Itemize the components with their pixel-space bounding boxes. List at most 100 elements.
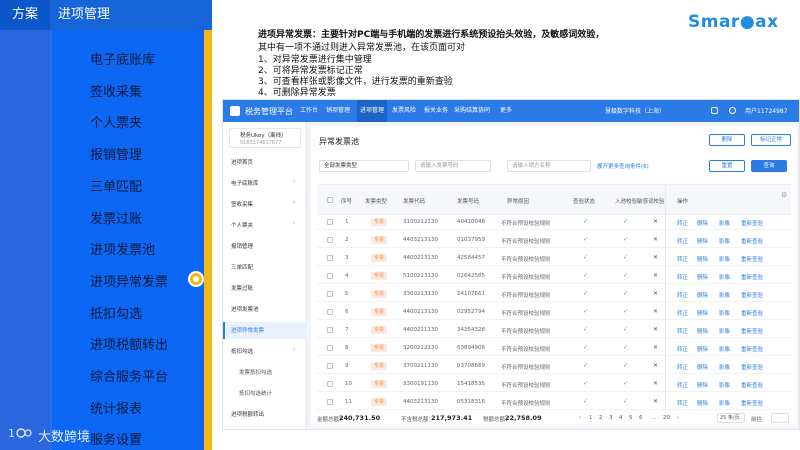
row-action-link[interactable]: 删除 bbox=[697, 399, 708, 407]
goto-page-input[interactable] bbox=[771, 413, 789, 423]
page-number[interactable]: 2 bbox=[599, 415, 603, 421]
row-action-link[interactable]: 转正 bbox=[677, 237, 688, 245]
table-row[interactable]: 4 专票 5100213130 02642585 不符合预设校验规则 ✓ ✓ ✕ 转正 删除 影像 重… bbox=[317, 269, 791, 284]
page-number[interactable]: › bbox=[677, 415, 679, 421]
slide-menu-item[interactable]: 综合服务平台 bbox=[90, 366, 168, 385]
sidebar-item[interactable]: 三单匹配 bbox=[231, 263, 253, 271]
page-number[interactable]: ... bbox=[651, 415, 656, 421]
row-action-link[interactable]: 影像 bbox=[719, 381, 730, 389]
sidebar-item[interactable]: 进项发票池 bbox=[231, 305, 259, 313]
row-action-link[interactable]: 转正 bbox=[677, 291, 688, 299]
invoice-type-select[interactable]: 全部发票类型 bbox=[319, 160, 409, 172]
slide-menu-item[interactable]: 统计报表 bbox=[90, 398, 142, 417]
sidebar-item[interactable]: 签收采集 bbox=[231, 200, 253, 208]
table-row[interactable]: 3 专票 4400213130 42584457 不符合预设校验规则 ✓ ✓ ✕ 转正 删除 影像 重… bbox=[317, 251, 791, 266]
row-action-link[interactable]: 影像 bbox=[719, 327, 730, 335]
page-number[interactable]: 20 bbox=[663, 415, 670, 421]
select-all-checkbox[interactable] bbox=[327, 197, 333, 203]
expand-filters-link[interactable]: 展开更多查询条件(6) bbox=[597, 162, 649, 170]
row-action-link[interactable]: 影像 bbox=[719, 255, 730, 263]
table-row[interactable]: 2 专票 4403213130 01037959 不符合预设校验规则 ✓ ✓ ✕ 转正 删除 影像 重… bbox=[317, 233, 791, 248]
company-selector[interactable]: 慧极数字科技（上海） bbox=[605, 106, 665, 115]
top-nav-item[interactable]: 更多 bbox=[493, 100, 519, 122]
delete-button[interactable]: 删除 bbox=[709, 134, 745, 146]
row-action-link[interactable]: 重新查验 bbox=[741, 309, 763, 317]
row-action-link[interactable]: 重新查验 bbox=[741, 273, 763, 281]
row-checkbox[interactable] bbox=[327, 273, 333, 279]
table-row[interactable]: 7 专票 4400211130 34254328 不符合预设校验规则 ✓ ✓ ✕ 转正 删除 影像 重… bbox=[317, 323, 791, 338]
sidebar-item[interactable]: 进项税额转出 bbox=[231, 410, 264, 418]
row-action-link[interactable]: 删除 bbox=[697, 363, 708, 371]
row-checkbox[interactable] bbox=[327, 309, 333, 315]
message-icon[interactable] bbox=[711, 107, 718, 114]
slide-menu-item[interactable]: 个人票夹 bbox=[90, 112, 142, 131]
row-action-link[interactable]: 重新查验 bbox=[741, 399, 763, 407]
row-action-link[interactable]: 影像 bbox=[719, 399, 730, 407]
column-settings-icon[interactable]: ⚙ bbox=[781, 191, 787, 199]
ukey-card[interactable]: 税务Ukey（离线） 5183174617877 bbox=[229, 128, 301, 148]
page-size-select[interactable]: 25 条/页 bbox=[717, 413, 745, 423]
slide-menu-item[interactable]: 签收采集 bbox=[90, 81, 142, 100]
sidebar-item[interactable]: 发票抵扣勾选 bbox=[239, 368, 272, 376]
row-action-link[interactable]: 重新查验 bbox=[741, 327, 763, 335]
top-nav-item[interactable]: 工作台 bbox=[298, 100, 320, 122]
top-nav-item[interactable]: 销项管理 bbox=[323, 100, 353, 122]
page-number[interactable]: ‹ bbox=[579, 415, 581, 421]
row-action-link[interactable]: 转正 bbox=[677, 363, 688, 371]
row-action-link[interactable]: 影像 bbox=[719, 237, 730, 245]
sidebar-item[interactable]: 抵扣勾选统计 bbox=[239, 389, 272, 397]
top-nav-item[interactable]: 采购结算协同 bbox=[453, 100, 491, 122]
row-action-link[interactable]: 转正 bbox=[677, 309, 688, 317]
table-row[interactable]: 5 专票 3300213130 24107661 不符合预设校验规则 ✓ ✓ ✕ 转正 删除 影像 重… bbox=[317, 287, 791, 302]
row-checkbox[interactable] bbox=[327, 327, 333, 333]
page-number[interactable]: 4 bbox=[619, 415, 623, 421]
row-action-link[interactable]: 删除 bbox=[697, 255, 708, 263]
row-checkbox[interactable] bbox=[327, 219, 333, 225]
slide-menu-item[interactable]: 服务设置 bbox=[90, 429, 142, 448]
row-action-link[interactable]: 转正 bbox=[677, 381, 688, 389]
table-row[interactable]: 10 专票 3300191130 15418535 不符合预设校验规则 ✓ ✓ ✕ 转正 删除 影像… bbox=[317, 377, 791, 392]
row-action-link[interactable]: 删除 bbox=[697, 345, 708, 353]
sidebar-item[interactable]: 发票过账 bbox=[231, 284, 253, 292]
row-action-link[interactable]: 删除 bbox=[697, 219, 708, 227]
row-action-link[interactable]: 重新查验 bbox=[741, 237, 763, 245]
query-button[interactable]: 查询 bbox=[751, 160, 787, 172]
top-nav-item[interactable]: 进项管理 bbox=[357, 100, 387, 122]
user-menu[interactable]: 用户11724987 bbox=[745, 106, 788, 115]
row-action-link[interactable]: 影像 bbox=[719, 273, 730, 281]
row-action-link[interactable]: 影像 bbox=[719, 363, 730, 371]
top-nav-item[interactable]: 报关业务 bbox=[421, 100, 451, 122]
top-nav-item[interactable]: 发票风险 bbox=[389, 100, 419, 122]
slide-menu-item[interactable]: 进项异常发票 bbox=[90, 271, 168, 290]
invoice-number-input[interactable]: 请输入发票号码 bbox=[415, 160, 491, 172]
slide-menu-item[interactable]: 电子底账库 bbox=[90, 49, 155, 68]
table-row[interactable]: 9 专票 3700211130 03708669 不符合预设校验规则 ✓ ✓ ✕ 转正 删除 影像 重… bbox=[317, 359, 791, 374]
row-action-link[interactable]: 删除 bbox=[697, 291, 708, 299]
row-checkbox[interactable] bbox=[327, 345, 333, 351]
slide-menu-item[interactable]: 抵扣勾选 bbox=[90, 303, 142, 322]
slide-menu-item[interactable]: 三单匹配 bbox=[90, 176, 142, 195]
row-action-link[interactable]: 影像 bbox=[719, 309, 730, 317]
slide-menu-item[interactable]: 报销管理 bbox=[90, 144, 142, 163]
row-action-link[interactable]: 重新查验 bbox=[741, 363, 763, 371]
seller-name-input[interactable]: 请输入销方名称 bbox=[507, 160, 591, 172]
row-action-link[interactable]: 转正 bbox=[677, 345, 688, 353]
row-action-link[interactable]: 影像 bbox=[719, 345, 730, 353]
sidebar-item[interactable]: 抵扣勾选 bbox=[231, 347, 253, 355]
table-row[interactable]: 11 专票 4403213130 05318316 不符合预设校验规则 ✓ ✓ ✕ 转正 删除 影像… bbox=[317, 395, 791, 410]
slide-menu-item[interactable]: 进项税额转出 bbox=[90, 334, 168, 353]
sidebar-item[interactable]: 电子底账库 bbox=[231, 179, 259, 187]
row-action-link[interactable]: 删除 bbox=[697, 273, 708, 281]
row-action-link[interactable]: 删除 bbox=[697, 381, 708, 389]
slide-menu-item[interactable]: 发票过账 bbox=[90, 208, 142, 227]
page-number[interactable]: 6 bbox=[639, 415, 643, 421]
row-action-link[interactable]: 重新查验 bbox=[741, 219, 763, 227]
row-action-link[interactable]: 转正 bbox=[677, 273, 688, 281]
row-action-link[interactable]: 重新查验 bbox=[741, 345, 763, 353]
row-action-link[interactable]: 重新查验 bbox=[741, 291, 763, 299]
sidebar-item[interactable]: 个人票夹 bbox=[231, 221, 253, 229]
table-row[interactable]: 8 专票 3200212130 63894906 不符合预设校验规则 ✓ ✓ ✕ 转正 删除 影像 重… bbox=[317, 341, 791, 356]
page-number[interactable]: 5 bbox=[629, 415, 633, 421]
row-action-link[interactable]: 删除 bbox=[697, 309, 708, 317]
row-checkbox[interactable] bbox=[327, 291, 333, 297]
